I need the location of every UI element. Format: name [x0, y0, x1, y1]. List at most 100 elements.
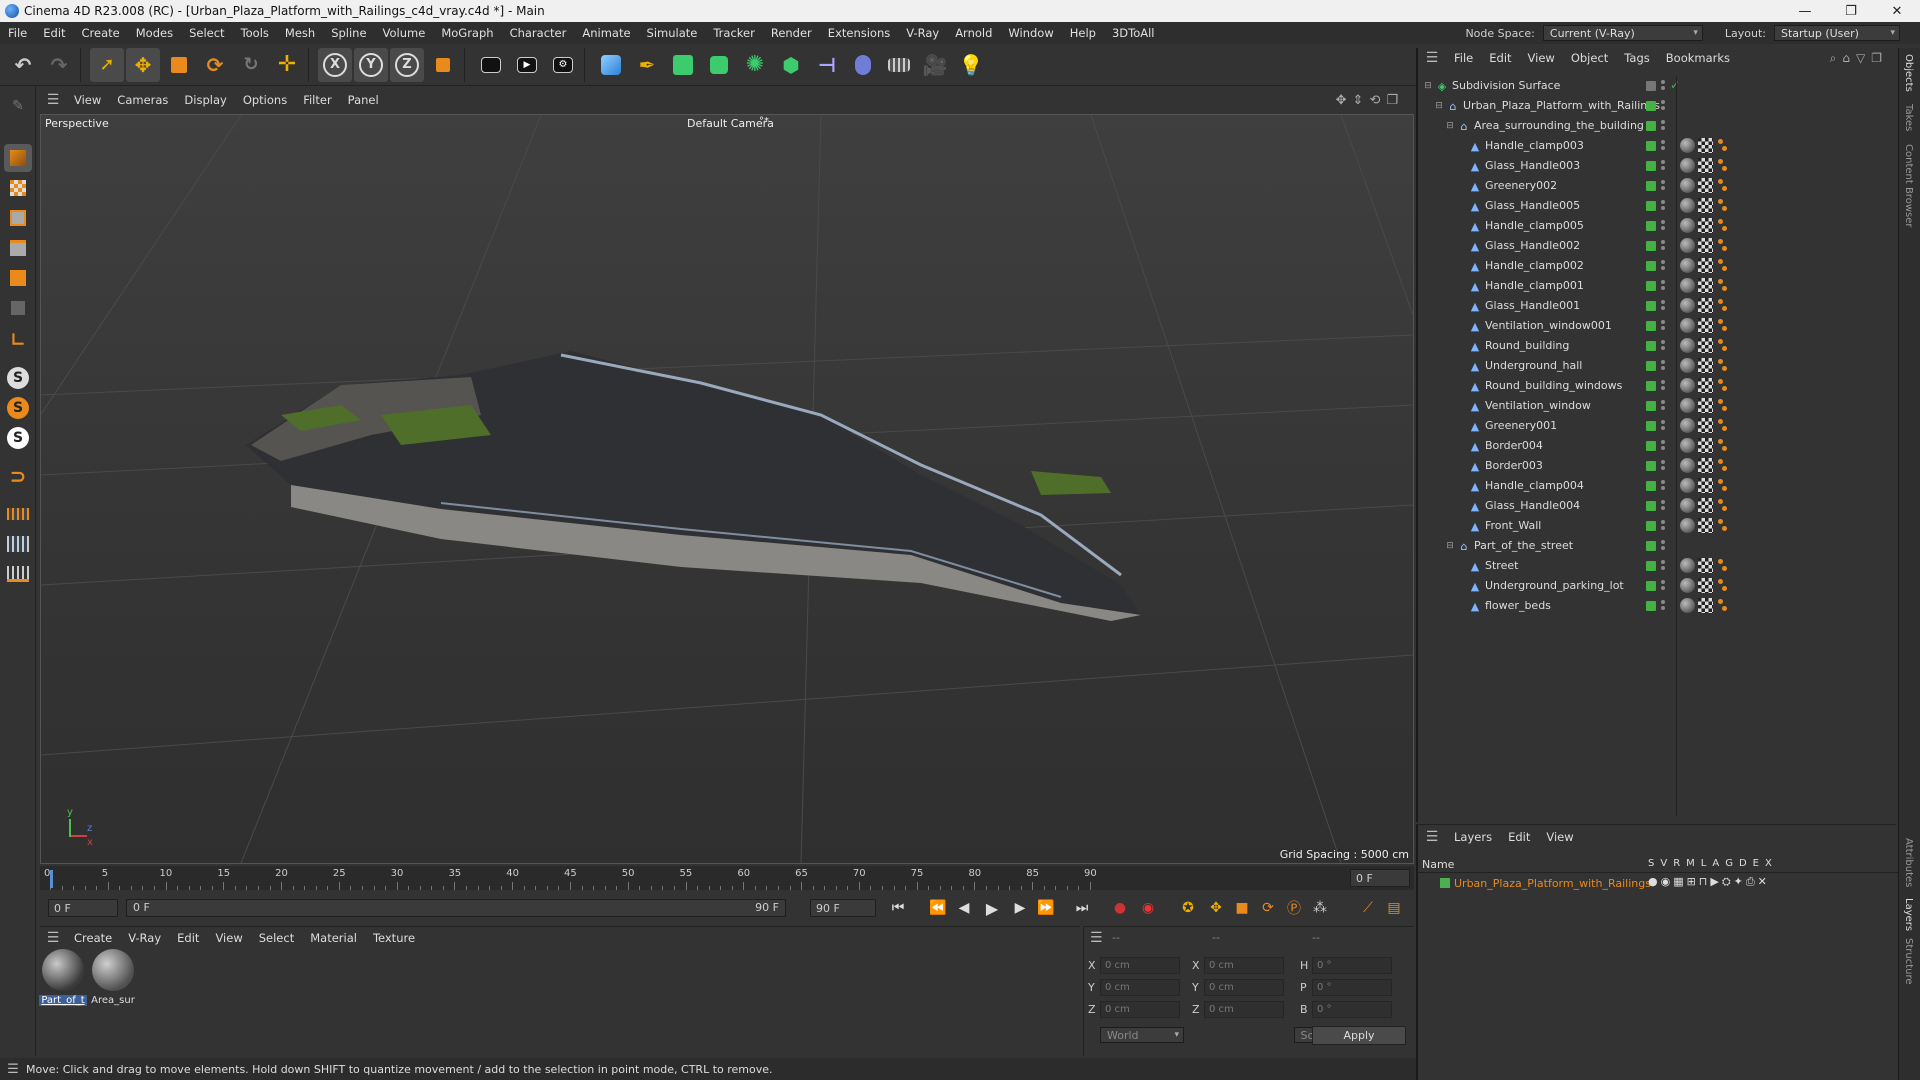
layer-color-indicator[interactable]	[1646, 221, 1656, 231]
object-name[interactable]: Handle_clamp002	[1485, 259, 1584, 272]
tab-content-browser[interactable]: Content Browser	[1903, 144, 1914, 227]
layer-color-indicator[interactable]	[1646, 461, 1656, 471]
material-tag-icon[interactable]	[1680, 238, 1695, 253]
object-row[interactable]: ⊟ ⌂ Area_surrounding_the_building	[1418, 116, 1898, 136]
object-row[interactable]: ▲ Ventilation_window001	[1418, 316, 1898, 336]
object-name[interactable]: Part_of_the_street	[1474, 539, 1573, 552]
material-menu-edit[interactable]: Edit	[169, 931, 207, 945]
key-scale-button[interactable]: ■	[1230, 896, 1254, 920]
menu-edit[interactable]: Edit	[35, 26, 73, 40]
visibility-toggle-dots[interactable]	[1660, 219, 1666, 233]
snap-enable-tool[interactable]: S	[4, 424, 32, 452]
layer-color-indicator[interactable]	[1646, 541, 1656, 551]
phong-tag-icon[interactable]	[1716, 598, 1728, 613]
visibility-toggle-dots[interactable]	[1660, 259, 1666, 273]
visibility-toggle-dots[interactable]	[1660, 239, 1666, 253]
object-row[interactable]: ▲ Underground_parking_lot	[1418, 576, 1898, 596]
material-tag-icon[interactable]	[1680, 198, 1695, 213]
material-tag-icon[interactable]	[1680, 218, 1695, 233]
object-row[interactable]: ▲ Glass_Handle002	[1418, 236, 1898, 256]
object-row[interactable]: ⊟ ⌂ Part_of_the_street	[1418, 536, 1898, 556]
uvw-tag-icon[interactable]	[1698, 358, 1713, 373]
uvw-tag-icon[interactable]	[1698, 218, 1713, 233]
phong-tag-icon[interactable]	[1716, 418, 1728, 433]
object-name[interactable]: Urban_Plaza_Platform_with_Railings	[1463, 99, 1660, 112]
expand-toggle-icon[interactable]: ⊟	[1444, 540, 1456, 552]
object-row[interactable]: ▲ Greenery001	[1418, 416, 1898, 436]
cube-button[interactable]	[594, 48, 628, 82]
field-button[interactable]	[846, 48, 880, 82]
material-tag-icon[interactable]	[1680, 338, 1695, 353]
object-menu-tags[interactable]: Tags	[1616, 51, 1657, 65]
visibility-toggle-dots[interactable]	[1660, 159, 1666, 173]
menu-tracker[interactable]: Tracker	[705, 26, 763, 40]
expand-toggle-icon[interactable]: ⊟	[1433, 100, 1445, 112]
grid-plane-tool[interactable]	[4, 500, 32, 528]
uvw-tag-icon[interactable]	[1698, 198, 1713, 213]
deformer-button[interactable]: ⊣	[810, 48, 844, 82]
material-menu-material[interactable]: Material	[302, 931, 365, 945]
layer-color-indicator[interactable]	[1646, 381, 1656, 391]
object-row[interactable]: ▲ Glass_Handle003	[1418, 156, 1898, 176]
layer-color-indicator[interactable]	[1646, 81, 1656, 91]
phong-tag-icon[interactable]	[1716, 358, 1728, 373]
grid-plane-2-tool[interactable]	[4, 530, 32, 558]
tab-takes[interactable]: Takes	[1903, 104, 1914, 131]
phong-tag-icon[interactable]	[1716, 398, 1728, 413]
layer-color-indicator[interactable]	[1646, 321, 1656, 331]
visibility-toggle-dots[interactable]	[1660, 279, 1666, 293]
object-row[interactable]: ▲ Greenery002	[1418, 176, 1898, 196]
material-tag-icon[interactable]	[1680, 438, 1695, 453]
phong-tag-icon[interactable]	[1716, 178, 1728, 193]
object-menu-view[interactable]: View	[1520, 51, 1563, 65]
material-tag-icon[interactable]	[1680, 158, 1695, 173]
key-pla-button[interactable]: ⁂	[1308, 896, 1332, 920]
object-name[interactable]: Ventilation_window001	[1485, 319, 1612, 332]
grid-plane-3-tool[interactable]	[4, 560, 32, 588]
material-tag-icon[interactable]	[1680, 138, 1695, 153]
model-mode-button[interactable]: ✛	[270, 48, 304, 82]
menu-character[interactable]: Character	[502, 26, 575, 40]
light-button[interactable]: 💡	[954, 48, 988, 82]
object-menu-icon[interactable]: ☰	[1418, 50, 1446, 66]
coord-mode-dropdown[interactable]: World	[1100, 1027, 1184, 1043]
tab-objects[interactable]: Objects	[1903, 54, 1914, 92]
uvw-tag-icon[interactable]	[1698, 138, 1713, 153]
viewport-menu-panel[interactable]: Panel	[340, 93, 387, 107]
goto-end-button[interactable]: ⏭	[1070, 896, 1094, 920]
phong-tag-icon[interactable]	[1716, 438, 1728, 453]
workplane-tool[interactable]: ∟	[4, 326, 32, 354]
layer-color-indicator[interactable]	[1646, 241, 1656, 251]
material-tag-icon[interactable]	[1680, 518, 1695, 533]
layer-color-indicator[interactable]	[1646, 421, 1656, 431]
layer-color-indicator[interactable]	[1646, 521, 1656, 531]
layer-menu-layers[interactable]: Layers	[1446, 830, 1500, 844]
point-mode-tool[interactable]	[4, 204, 32, 232]
material-menu-create[interactable]: Create	[66, 931, 120, 945]
menu-create[interactable]: Create	[74, 26, 128, 40]
phong-tag-icon[interactable]	[1716, 298, 1728, 313]
cloner-button[interactable]: ✺	[738, 48, 772, 82]
render-settings-button[interactable]: ⚙	[546, 48, 580, 82]
object-name[interactable]: Street	[1485, 559, 1518, 572]
object-row[interactable]: ▲ Round_building_windows	[1418, 376, 1898, 396]
object-name[interactable]: Border003	[1485, 459, 1543, 472]
object-name[interactable]: flower_beds	[1485, 599, 1551, 612]
record-button[interactable]: ●	[1108, 896, 1132, 920]
menu-volume[interactable]: Volume	[375, 26, 434, 40]
timeline-playhead[interactable]	[50, 870, 53, 888]
object-name[interactable]: Underground_hall	[1485, 359, 1582, 372]
phong-tag-icon[interactable]	[1716, 138, 1728, 153]
spline-pen-button[interactable]: ✒	[630, 48, 664, 82]
object-row[interactable]: ▲ Handle_clamp005	[1418, 216, 1898, 236]
minimize-button[interactable]: —	[1782, 0, 1828, 22]
snap-tool[interactable]: S	[4, 364, 32, 392]
object-name[interactable]: Border004	[1485, 439, 1543, 452]
object-name[interactable]: Glass_Handle003	[1485, 159, 1580, 172]
object-row[interactable]: ▲ Border004	[1418, 436, 1898, 456]
menu-mesh[interactable]: Mesh	[277, 26, 323, 40]
viewport-menu-filter[interactable]: Filter	[295, 93, 339, 107]
status-menu-icon[interactable]: ☰	[0, 1062, 26, 1077]
material-menu-view[interactable]: View	[207, 931, 250, 945]
visibility-toggle-dots[interactable]	[1660, 419, 1666, 433]
